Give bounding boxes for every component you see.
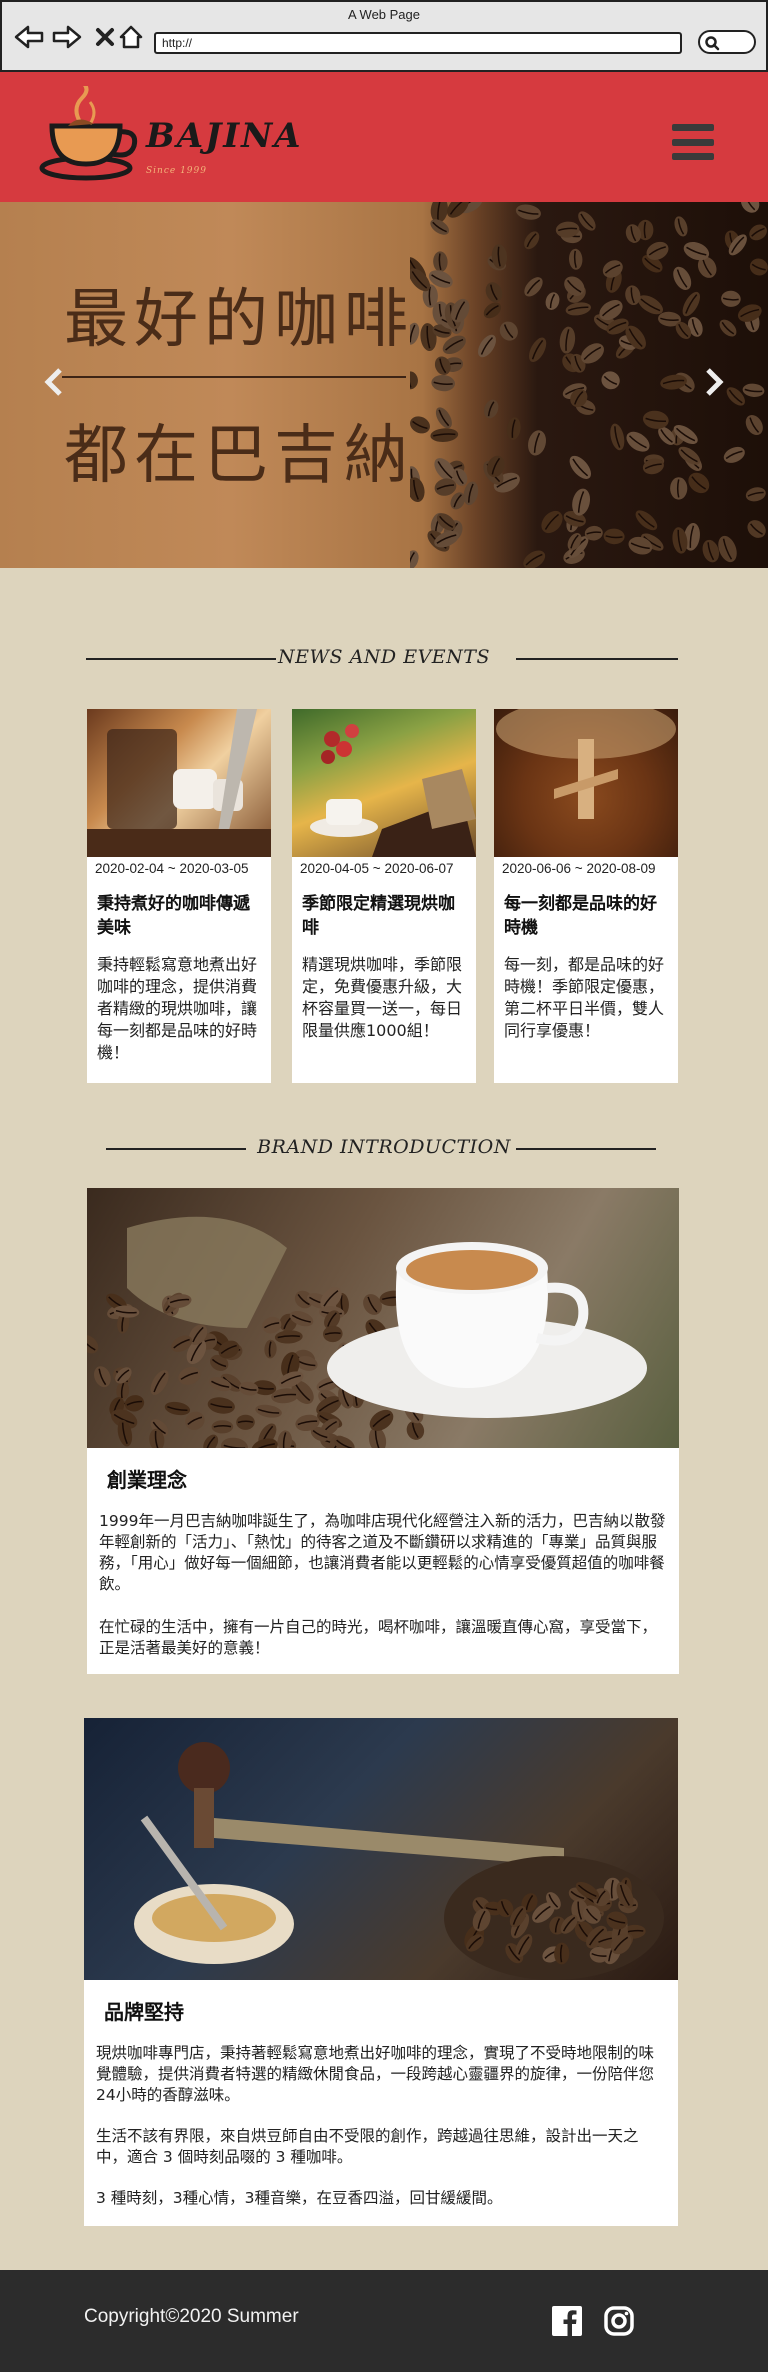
forward-icon[interactable] — [52, 22, 82, 52]
copyright-text: Copyright©2020 Summer — [84, 2306, 299, 2327]
facebook-icon[interactable] — [552, 2306, 582, 2336]
news-date: 2020-04-05 ~ 2020-06-07 — [300, 861, 454, 876]
logo-since: Since 1999 — [146, 166, 207, 176]
news-card[interactable]: 2020-04-05 ~ 2020-06-07 季節限定精選現烘咖啡 精選現烘咖… — [292, 709, 476, 1083]
news-title: 秉持煮好的咖啡傳遞美味 — [97, 894, 250, 938]
brand-section-title: BRAND INTRODUCTION — [0, 1134, 768, 1164]
coffee-cup-icon — [39, 86, 138, 181]
browser-title: A Web Page — [347, 7, 421, 22]
back-icon[interactable] — [14, 22, 44, 52]
brand-block-title: 創業理念 — [107, 1468, 187, 1492]
brand-logo[interactable]: BAJINA Since 1999 — [38, 86, 301, 186]
news-title: 季節限定精選現烘咖啡 — [302, 894, 455, 938]
site-header: BAJINA Since 1999 — [0, 72, 768, 202]
brand-paragraph: 現烘咖啡專門店，秉持著輕鬆寫意地煮出好咖啡的理念，實現了不受時地限制的味覺體驗，… — [96, 2044, 655, 2104]
brand-paragraph: 在忙碌的生活中，擁有一片自己的時光，喝杯咖啡，讓溫暖直傳心窩，享受當下，正是活著… — [99, 1618, 658, 1657]
brand-paragraph: 1999年一月巴吉納咖啡誕生了，為咖啡店現代化經營注入新的活力，巴吉納以散發年輕… — [99, 1512, 666, 1593]
news-body: 精選現烘咖啡，季節限定，免費優惠升級，大杯容量買一送一，每日限量供應1000組！ — [302, 955, 463, 1040]
brand-block-commitment: 品牌堅持 現烘咖啡專門店，秉持著輕鬆寫意地煮出好咖啡的理念，實現了不受時地限制的… — [84, 1718, 678, 2226]
brand-block-title: 品牌堅持 — [104, 2000, 184, 2024]
news-date: 2020-06-06 ~ 2020-08-09 — [502, 861, 656, 876]
news-date: 2020-02-04 ~ 2020-03-05 — [95, 861, 249, 876]
coffee-cup-beans-image — [87, 1188, 679, 1448]
news-card[interactable]: 2020-02-04 ~ 2020-03-05 秉持煮好的咖啡傳遞美味 秉持輕鬆… — [87, 709, 271, 1083]
browser-window-chrome: A Web Page http:// — [0, 0, 768, 72]
site-footer: Copyright©2020 Summer — [0, 2270, 768, 2372]
hero-headline-2: 都在巴吉納 — [64, 419, 414, 493]
news-title: 每一刻都是品味的好時機 — [504, 894, 657, 938]
coffee-cherries-image — [292, 709, 476, 857]
home-icon[interactable] — [116, 22, 146, 52]
coffee-grinder-image — [84, 1718, 678, 1980]
logo-text: BAJINA — [146, 116, 303, 156]
brand-paragraph: 生活不該有界限，來自烘豆師自由不受限的創作，跨越過往思維，設計出一天之中，適合 … — [96, 2127, 639, 2166]
coffee-roaster-image — [494, 709, 678, 857]
address-bar[interactable]: http:// — [154, 32, 682, 54]
chevron-left-icon[interactable] — [40, 362, 70, 402]
instagram-icon[interactable] — [604, 2306, 634, 2336]
menu-icon[interactable] — [672, 124, 714, 160]
hero-banner: 最好的咖啡 都在巴吉納 — [0, 202, 768, 568]
news-section-title: NEWS AND EVENTS — [0, 644, 768, 674]
brand-paragraph: 3 種時刻，3種心情，3種音樂，在豆香四溢，回甘緩緩間。 — [96, 2189, 503, 2207]
brand-block-philosophy: 創業理念 1999年一月巴吉納咖啡誕生了，為咖啡店現代化經營注入新的活力，巴吉納… — [87, 1188, 679, 1674]
hero-headline-1: 最好的咖啡 — [64, 283, 414, 357]
search-icon — [705, 36, 720, 51]
news-card[interactable]: 2020-06-06 ~ 2020-08-09 每一刻都是品味的好時機 每一刻，… — [494, 709, 678, 1083]
chevron-right-icon[interactable] — [698, 362, 728, 402]
espresso-machine-image — [87, 709, 271, 857]
hero-divider — [62, 376, 406, 378]
news-body: 每一刻，都是品味的好時機！季節限定優惠，第二杯平日半價，雙人同行享優惠！ — [504, 955, 665, 1040]
news-body: 秉持輕鬆寫意地煮出好咖啡的理念，提供消費者精緻的現烘咖啡，讓每一刻都是品味的好時… — [97, 955, 258, 1062]
browser-search-field[interactable] — [698, 30, 756, 54]
